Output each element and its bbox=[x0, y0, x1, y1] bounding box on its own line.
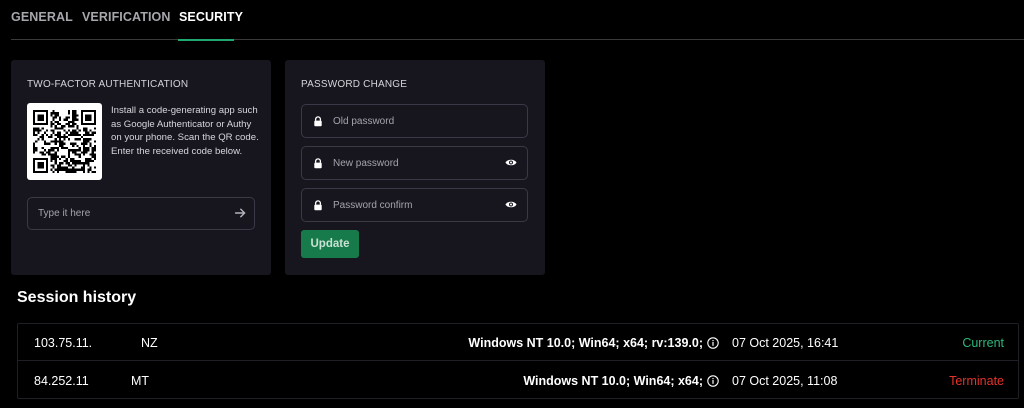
session-history-title: Session history bbox=[17, 289, 137, 306]
confirm-password-field bbox=[301, 188, 528, 222]
session-country: MT bbox=[131, 373, 150, 388]
terminate-session-button[interactable]: Terminate bbox=[918, 362, 1004, 399]
old-password-field bbox=[301, 104, 528, 138]
tab-verification[interactable]: VERIFICATION bbox=[82, 10, 170, 40]
tab-security[interactable]: SECURITY bbox=[178, 10, 243, 41]
two-factor-instructions: Install a code-generating app such as Go… bbox=[111, 105, 259, 157]
eye-icon[interactable] bbox=[505, 158, 517, 167]
tab-general[interactable]: GENERAL bbox=[11, 10, 73, 40]
new-password-field bbox=[301, 146, 528, 180]
arrow-right-icon bbox=[234, 208, 246, 218]
lock-icon bbox=[314, 200, 322, 211]
table-row: 84.252.11 MT Windows NT 10.0; Win64; x64… bbox=[18, 362, 1018, 399]
old-password-input[interactable] bbox=[333, 105, 503, 137]
update-button[interactable]: Update bbox=[301, 230, 359, 258]
password-change-card: PASSWORD CHANGE Update bbox=[285, 60, 545, 275]
qr-code-image bbox=[33, 110, 96, 173]
session-agent: Windows NT 10.0; Win64; x64; bbox=[318, 362, 719, 399]
new-password-input[interactable] bbox=[333, 147, 503, 179]
session-country: NZ bbox=[141, 335, 158, 350]
submit-code-button[interactable] bbox=[233, 206, 247, 220]
code-input[interactable] bbox=[38, 198, 228, 229]
confirm-password-input[interactable] bbox=[333, 189, 503, 221]
session-date: 07 Oct 2025, 11:08 bbox=[732, 373, 838, 388]
session-agent-text: Windows NT 10.0; Win64; x64; bbox=[523, 373, 703, 388]
code-field bbox=[27, 197, 255, 230]
table-row: 103.75.11. NZ Windows NT 10.0; Win64; x6… bbox=[18, 324, 1018, 361]
lock-icon bbox=[314, 116, 322, 127]
session-agent: Windows NT 10.0; Win64; x64; rv:139.0; bbox=[318, 324, 719, 361]
eye-icon[interactable] bbox=[505, 200, 517, 209]
session-table: 103.75.11. NZ Windows NT 10.0; Win64; x6… bbox=[17, 323, 1019, 399]
session-date: 07 Oct 2025, 16:41 bbox=[732, 335, 839, 350]
info-icon[interactable] bbox=[707, 374, 719, 387]
session-agent-text: Windows NT 10.0; Win64; x64; rv:139.0; bbox=[468, 335, 703, 350]
tab-bar: GENERAL VERIFICATION SECURITY bbox=[11, 0, 1024, 41]
lock-icon bbox=[314, 158, 322, 169]
qr-code bbox=[27, 103, 102, 180]
info-icon[interactable] bbox=[707, 336, 719, 349]
session-ip: 103.75.11. bbox=[34, 335, 93, 350]
session-status-current: Current bbox=[962, 335, 1004, 350]
two-factor-title: TWO-FACTOR AUTHENTICATION bbox=[27, 79, 189, 90]
two-factor-card: TWO-FACTOR AUTHENTICATION Install a code… bbox=[11, 60, 271, 275]
session-ip: 84.252.11 bbox=[34, 373, 89, 388]
password-change-title: PASSWORD CHANGE bbox=[301, 79, 408, 90]
